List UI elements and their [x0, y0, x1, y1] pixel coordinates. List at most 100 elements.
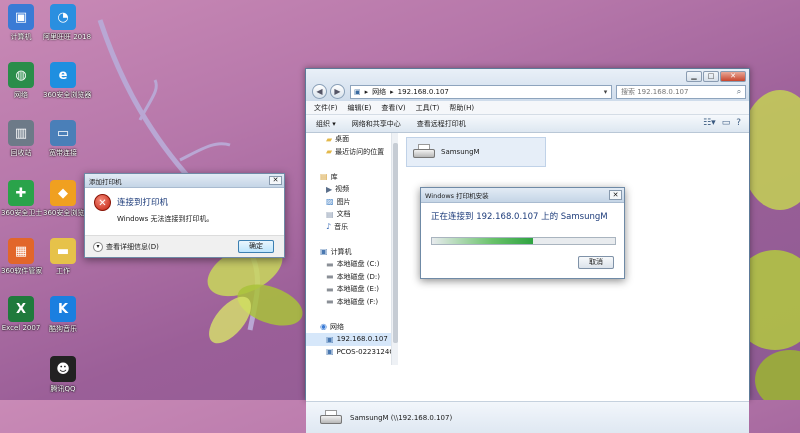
nav-item-label: 图片	[336, 197, 351, 206]
view-details-toggle[interactable]: ▾ 查看详细信息(D)	[93, 242, 159, 252]
computer-icon: ▣	[326, 334, 334, 344]
nav-item-label: 库	[330, 172, 338, 181]
minimize-button[interactable]: ▁	[686, 71, 702, 82]
add-printer-dialog: 添加打印机 ✕ ✕ 连接到打印机 Windows 无法连接到打印机。 ▾ 查看详…	[84, 173, 285, 258]
nav-item-label: 本地磁盘 (F:)	[336, 297, 379, 306]
folder-icon: ▰	[326, 134, 333, 144]
desktop-icon[interactable]: e 360安全浏览器	[43, 62, 92, 100]
address-bar[interactable]: ▣ ▸ 网络 ▸ 192.168.0.107 ▾	[350, 85, 612, 99]
dialog-title: Windows 打印机安装	[425, 192, 489, 200]
nav-item[interactable]: ▨ 图片	[306, 196, 397, 209]
nav-item[interactable]: ▶ 视频	[306, 183, 397, 196]
menu-edit[interactable]: 编辑(E)	[348, 103, 372, 113]
menu-view[interactable]: 查看(V)	[381, 103, 405, 113]
nav-item[interactable]: ▬ 本地磁盘 (C:)	[306, 258, 397, 271]
nav-item[interactable]: ▣ 192.168.0.107	[306, 333, 397, 346]
drive-icon: ▬	[326, 259, 334, 269]
desktop-icon[interactable]: ▭ 宽带连接	[43, 120, 83, 158]
music-icon: ♪	[326, 222, 332, 232]
nav-item[interactable]: ▤ 文档	[306, 208, 397, 221]
nav-item[interactable]: ▰ 最近访问的位置	[306, 146, 397, 159]
organize-button[interactable]: 组织 ▾	[316, 119, 336, 129]
video-icon: ▶	[326, 184, 333, 194]
menu-help[interactable]: 帮助(H)	[449, 103, 474, 113]
ok-button[interactable]: 确定	[238, 240, 274, 253]
nav-item[interactable]: ▣ 计算机	[306, 246, 397, 259]
nav-scrollbar[interactable]	[391, 133, 398, 365]
explorer-titlebar: ▁ □ ✕ ◀ ▶ ▣ ▸ 网络 ▸ 192.168.0.107 ▾ 搜索 19…	[306, 69, 749, 101]
desktop-icon-label: 工作	[56, 267, 70, 275]
nav-item[interactable]: ◉ 网络	[306, 321, 397, 334]
address-separator-icon: ▸	[364, 88, 369, 96]
desktop-icon[interactable]: ▬ 工作	[43, 238, 83, 276]
close-icon[interactable]: ✕	[269, 176, 282, 185]
nav-item-label: 最近访问的位置	[335, 147, 385, 156]
address-separator-icon: ▸	[390, 88, 394, 96]
close-icon[interactable]: ✕	[609, 190, 622, 200]
network-sharing-center-button[interactable]: 网络和共享中心	[352, 119, 401, 129]
error-icon: ✕	[94, 194, 111, 211]
dialog-title: 添加打印机	[89, 177, 122, 186]
forward-button[interactable]: ▶	[330, 84, 345, 99]
desktop-icon-glyph: ◔	[50, 4, 76, 30]
desktop-icon-glyph: ◍	[8, 62, 34, 88]
desktop-icon[interactable]: K 酷狗音乐	[43, 296, 83, 334]
desktop-icon-label: 回收站	[10, 149, 32, 157]
address-segment-network[interactable]: 网络	[372, 87, 386, 97]
nav-item[interactable]: ▤ 库	[306, 171, 397, 184]
desktop-icon[interactable]: ◆ 360安全浏览器	[43, 180, 91, 218]
nav-item[interactable]: ▰ 桌面	[306, 133, 397, 146]
computer-icon: ▣	[326, 347, 334, 357]
preview-pane-icon[interactable]: ▭	[722, 118, 731, 128]
desktop-icon[interactable]: ◍ 网络	[1, 62, 41, 100]
search-input[interactable]: 搜索 192.168.0.107 ⌕	[616, 85, 746, 99]
nav-item[interactable]: ♪ 音乐	[306, 221, 397, 234]
nav-item-label: 本地磁盘 (D:)	[336, 272, 380, 281]
desktop-icon[interactable]: ☻ 腾讯QQ	[43, 356, 83, 394]
printer-item[interactable]: SamsungM	[406, 137, 546, 167]
desktop-icon-label: 360软件管家	[1, 267, 43, 275]
nav-item[interactable]: ▬ 本地磁盘 (D:)	[306, 271, 397, 284]
nav-item[interactable]: ▣ PCOS-0223124C	[306, 346, 397, 359]
desktop-icon[interactable]: ▦ 360软件管家	[1, 238, 43, 276]
desktop-icon-glyph: ✚	[8, 180, 34, 206]
cancel-button[interactable]: 取消	[578, 256, 614, 269]
chevron-down-icon[interactable]: ▾	[600, 88, 611, 96]
command-bar: 组织 ▾ 网络和共享中心 查看远程打印机 ☷▾ ▭ ?	[306, 115, 749, 133]
menu-file[interactable]: 文件(F)	[314, 103, 338, 113]
dialog-titlebar: Windows 打印机安装 ✕	[421, 188, 624, 203]
close-button[interactable]: ✕	[720, 71, 746, 82]
desktop-icon[interactable]: ▥ 回收站	[1, 120, 41, 158]
nav-item[interactable]: ▬ 本地磁盘 (F:)	[306, 296, 397, 309]
menu-bar: 文件(F) 编辑(E) 查看(V) 工具(T) 帮助(H)	[306, 101, 749, 115]
desktop-icon[interactable]: X Excel 2007	[1, 296, 41, 332]
view-options-icon[interactable]: ☷▾	[703, 118, 716, 128]
nav-item[interactable]: ▬ 本地磁盘 (E:)	[306, 283, 397, 296]
scrollbar-thumb[interactable]	[393, 143, 398, 343]
desktop-icon-label: 360安全浏览器	[43, 91, 92, 99]
picture-icon: ▨	[326, 197, 334, 207]
desktop-icon-glyph: ▬	[50, 238, 76, 264]
search-placeholder: 搜索 192.168.0.107	[621, 88, 689, 96]
desktop-icon-label: 腾讯QQ	[50, 385, 76, 393]
folder-icon: ▰	[326, 147, 333, 157]
desktop-icon-glyph: K	[50, 296, 76, 322]
desktop-icon-glyph: ▣	[8, 4, 34, 30]
address-segment-host[interactable]: 192.168.0.107	[398, 88, 449, 96]
menu-tools[interactable]: 工具(T)	[416, 103, 440, 113]
desktop-icon[interactable]: ✚ 360安全卫士	[1, 180, 42, 218]
search-icon[interactable]: ⌕	[733, 87, 745, 97]
help-icon[interactable]: ?	[736, 118, 741, 128]
nav-item-label: 视频	[335, 185, 350, 194]
back-button[interactable]: ◀	[312, 84, 327, 99]
nav-item-label: PCOS-0223124C	[336, 347, 395, 356]
error-message: Windows 无法连接到打印机。	[117, 215, 214, 223]
window-controls: ▁ □ ✕	[686, 71, 746, 82]
view-remote-printer-button[interactable]: 查看远程打印机	[417, 119, 466, 129]
desktop-icon[interactable]: ◔ 阿里旺旺 2018	[43, 4, 91, 42]
desktop-icon-glyph: e	[50, 62, 76, 88]
desktop-icon[interactable]: ▣ 计算机	[1, 4, 41, 42]
maximize-button[interactable]: □	[703, 71, 719, 82]
desktop-icon-label: 宽带连接	[49, 149, 77, 157]
